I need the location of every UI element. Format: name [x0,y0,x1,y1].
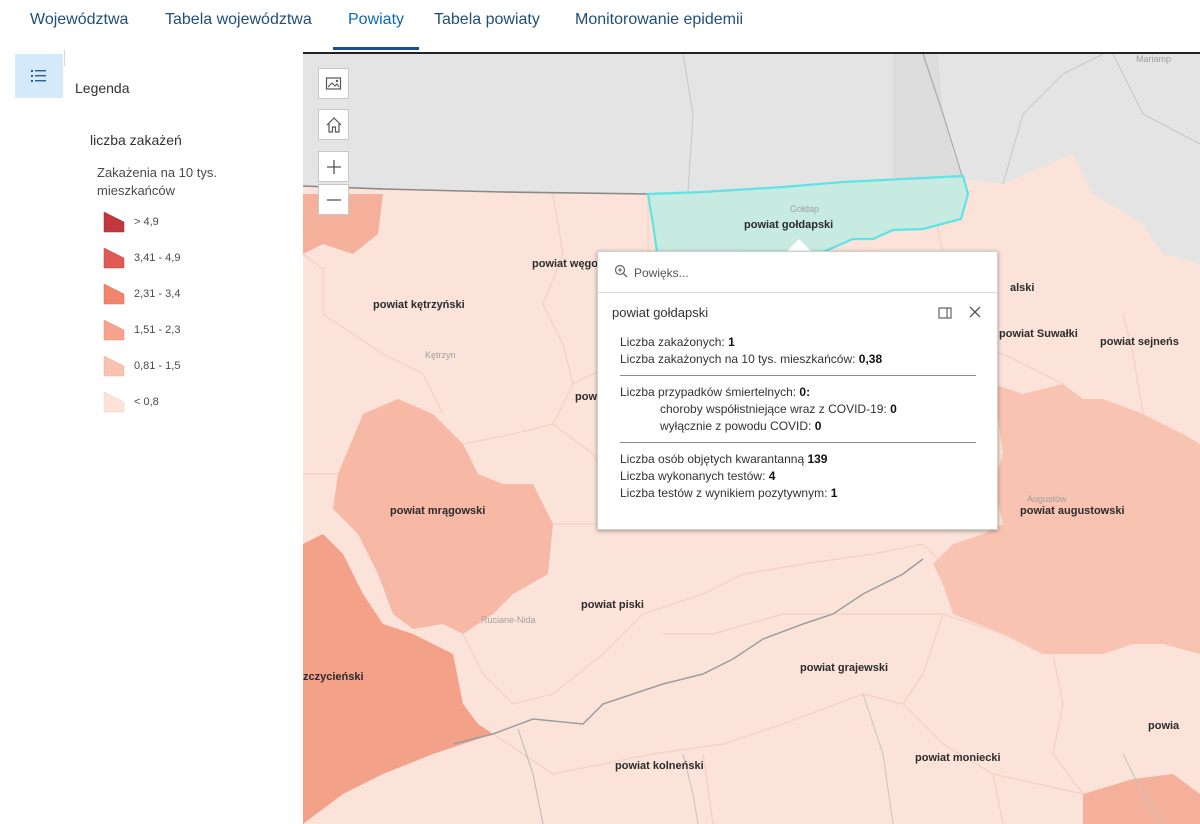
legend-toggle-button[interactable] [15,54,63,98]
popup-separator [620,375,976,376]
map-label-sejnenski: powiat sejneńs [1100,336,1179,348]
legend-swatch [103,247,125,269]
map-label-wegorzewski: powiat węgo [532,258,598,270]
zoom-to-icon [614,264,628,278]
popup-row-tests: Liczba wykonanych testów: 4 [620,469,776,483]
popup-pointer [787,239,811,251]
image-icon [325,77,342,90]
home-icon [326,117,342,133]
popup-search-bar [598,252,997,293]
popup-row-cases: Liczba zakażonych: 1 [620,335,735,349]
map-town-goldap: Gołdap [790,204,820,214]
legend-panel: Legenda liczba zakażeń Zakażenia na 10 t… [64,66,302,822]
close-icon[interactable] [968,305,982,319]
popup-row-quarantine: Liczba osób objętych kwarantanną 139 [620,452,828,466]
zoom-in-button[interactable] [318,151,349,182]
map-label-kolnenski: powiat kolneński [615,760,704,772]
home-button[interactable] [318,109,349,140]
popup-row-cases-per-10k: Liczba zakażonych na 10 tys. mieszkańców… [620,352,883,366]
map-label-pow-partial: pow [575,391,597,403]
map-label-pow-right: powia [1148,720,1180,732]
map-label-ketrzynski: powiat kętrzyński [373,299,465,311]
map-label-goldapski: powiat gołdapski [744,219,834,231]
popup-content: Liczba zakażonych: 1 Liczba zakażonych n… [620,334,976,502]
map-label-suwalski: alski [1010,282,1035,294]
map-label-mragowski: powiat mrągowski [390,505,486,517]
popup-row-deaths: Liczba przypadków śmiertelnych: 0: [620,385,811,399]
tab-tabela-wojewodztwa[interactable]: Tabela województwa [150,0,327,50]
feature-popup: powiat gołdapski Liczba zakażonych: 1 Li… [597,251,998,530]
popup-separator [620,442,976,443]
legend-swatch [103,319,125,341]
dock-icon[interactable] [938,306,952,320]
map-label-augustowski: powiat augustowski [1020,505,1125,517]
legend-layer-title: liczba zakażeń [90,132,182,148]
popup-title: powiat gołdapski [612,305,709,320]
plus-icon [327,160,341,174]
tab-tabela-powiaty[interactable]: Tabela powiaty [419,0,555,50]
legend-swatch [103,355,125,377]
tab-powiaty[interactable]: Powiaty [333,0,420,50]
side-icon-strip [0,50,65,822]
legend-header: Legenda [75,80,130,96]
map-label-grajewski: powiat grajewski [800,662,889,674]
map-town-mariampol: Mariamp [1136,54,1172,64]
popup-row-positive-tests: Liczba testów z wynikiem pozytywnym: 1 [620,486,838,500]
tab-monitorowanie-epidemii[interactable]: Monitorowanie epidemii [560,0,758,50]
legend-swatch [103,283,125,305]
map-label-moniecki: powiat moniecki [915,752,1001,764]
legend-swatch [103,391,125,413]
map-label-szczycienski: zczycieński [303,671,364,683]
list-icon [31,70,46,82]
zoom-out-button[interactable] [318,184,349,215]
map-town-ketrzyn: Kętrzyn [425,350,456,360]
legend-swatch [103,211,125,233]
basemap-gallery-button[interactable] [318,68,349,99]
popup-row-deaths-comorbid: choroby współistniejące wraz z COVID-19:… [660,402,897,416]
popup-zoom-input[interactable] [632,262,976,284]
map-label-suwalki: powiat Suwałki [999,328,1078,340]
popup-row-deaths-covid-only: wyłącznie z powodu COVID: 0 [660,419,822,433]
map-town-augustow: Augustów [1027,494,1067,504]
legend-field-label: Zakażenia na 10 tys. mieszkańców [97,165,217,198]
tab-wojewodztwa[interactable]: Województwa [15,0,143,50]
minus-icon [327,199,341,201]
top-tab-bar: Województwa Tabela województwa Powiaty T… [0,0,1200,50]
map-town-ruciane: Ruciane-Nida [481,615,536,625]
map-label-piski: powiat piski [581,599,644,611]
